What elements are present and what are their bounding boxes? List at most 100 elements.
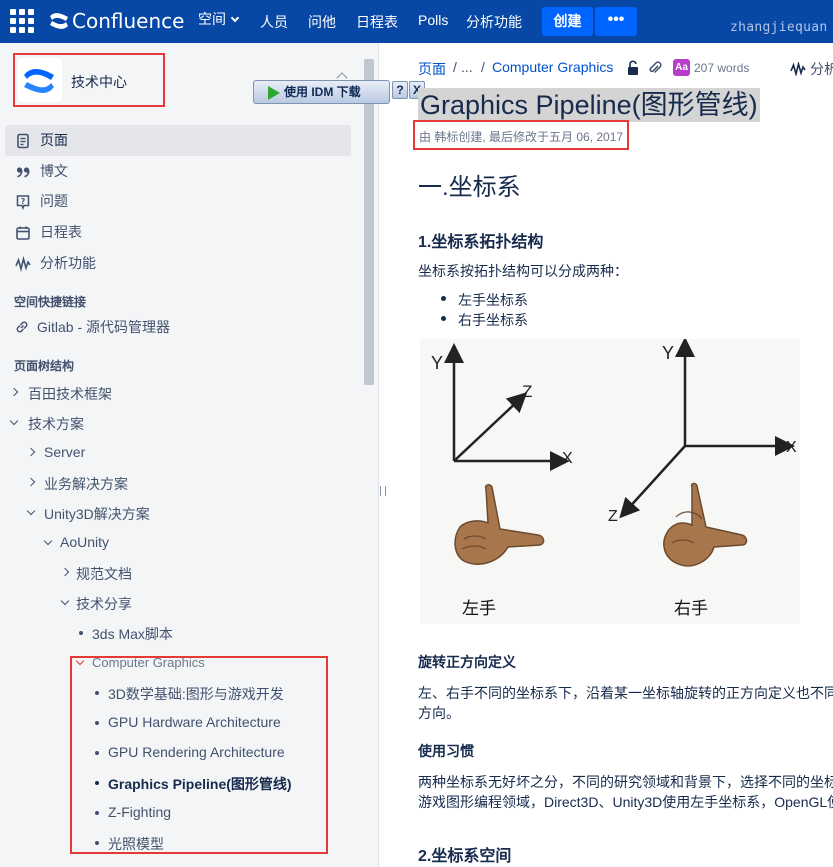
paragraph-habit-cont: 游戏图形编程领域，Direct3D、Unity3D使用左手坐标系，OpenGL使 (418, 794, 833, 810)
sidebar-item-analytics[interactable]: 分析功能 (5, 248, 351, 279)
paragraph-habit: 两种坐标系无好坏之分，不同的研究领域和背景下，选择不同的坐标 (418, 774, 833, 790)
coordinate-systems-illustration: Y Z X Y Z X 左手 右手 (431, 337, 797, 618)
idm-label: 使用 IDM 下载 (284, 85, 361, 99)
calendar-icon (16, 226, 30, 240)
expand-chevron-icon[interactable] (9, 387, 19, 397)
sidebar-scrollbar-thumb[interactable] (364, 59, 374, 385)
right-axis-z: Z (608, 508, 618, 525)
heading-topology: 1.坐标系拓扑结构 (418, 234, 544, 251)
expand-chevron-icon[interactable] (26, 477, 36, 487)
bullet-icon (79, 631, 83, 635)
left-axis-z: Z (522, 382, 532, 401)
tree-item[interactable]: Z-Fighting (108, 804, 171, 820)
attachment-icon[interactable] (648, 60, 662, 76)
tree-item[interactable]: GPU Hardware Architecture (108, 714, 281, 730)
sidebar-item-calendar[interactable]: 日程表 (5, 217, 351, 248)
breadcrumb-parent[interactable]: Computer Graphics (492, 59, 613, 75)
paragraph-topology: 坐标系按拓扑结构可以分成两种： (418, 263, 628, 279)
tree-item[interactable]: Unity3D解决方案 (44, 504, 150, 524)
chevron-down-icon (230, 13, 240, 23)
nav-spaces[interactable]: 空间 (198, 9, 240, 29)
page-analytics[interactable]: 分析功 (790, 59, 833, 79)
breadcrumb-pages[interactable]: 页面 (418, 59, 446, 79)
expand-chevron-icon[interactable] (26, 447, 36, 457)
nav-analytics[interactable]: 分析功能 (466, 12, 522, 32)
bullet-icon (95, 751, 99, 755)
nav-people[interactable]: 人员 (260, 12, 288, 32)
list-item: 右手坐标系 (458, 312, 528, 328)
tree-item[interactable]: GPU Rendering Architecture (108, 744, 285, 760)
idm-download-button[interactable]: 使用 IDM 下载 (253, 80, 390, 104)
list-bullet (441, 296, 446, 301)
tree-item[interactable]: 规范文档 (76, 564, 132, 584)
list-item: 左手坐标系 (458, 292, 528, 308)
sidebar: 技术中心 页面 博文 ? 问题 日程表 分析功能 空间快捷链接 Gitlab -… (0, 43, 378, 867)
shortcut-label: Gitlab - 源代码管理器 (37, 319, 171, 335)
question-icon: ? (16, 195, 30, 210)
collapse-chevron-icon[interactable] (26, 506, 36, 516)
shortcut-gitlab[interactable]: Gitlab - 源代码管理器 (14, 317, 170, 337)
collapse-chevron-icon[interactable] (43, 536, 53, 546)
sidebar-item-blog[interactable]: 博文 (5, 156, 351, 187)
collapse-chevron-icon[interactable] (60, 596, 70, 606)
nav-ask[interactable]: 问他 (308, 12, 336, 32)
heading-habit: 使用习惯 (418, 743, 474, 759)
page-tree-title: 页面树结构 (14, 359, 75, 373)
sidebar-resizer[interactable] (378, 43, 388, 867)
svg-text:?: ? (21, 197, 25, 206)
right-hand-caption: 右手 (674, 599, 708, 618)
sidebar-item-pages[interactable]: 页面 (5, 125, 351, 156)
tree-item[interactable]: 技术分享 (76, 594, 132, 614)
breadcrumb-separator: / (453, 59, 457, 75)
list-bullet (441, 316, 446, 321)
analytics-icon (15, 256, 31, 272)
play-icon (268, 86, 280, 100)
quote-icon (16, 167, 30, 178)
breadcrumb-ellipsis[interactable]: ... (461, 59, 473, 75)
bullet-icon (95, 691, 99, 695)
analytics-icon (790, 60, 806, 78)
unlock-icon[interactable] (626, 60, 640, 76)
nav-calendar[interactable]: 日程表 (356, 12, 398, 32)
tree-item[interactable]: 百田技术框架 (28, 384, 112, 404)
tree-item[interactable]: 业务解决方案 (44, 474, 128, 494)
highlight-box (413, 120, 629, 150)
coordinate-hands-figure: Y Z X Y Z X 左手 右手 (420, 337, 800, 624)
tree-item[interactable]: AoUnity (60, 534, 109, 550)
tree-item[interactable]: Server (44, 444, 85, 460)
bullet-icon (95, 781, 99, 785)
tree-item[interactable]: 3ds Max脚本 (92, 624, 173, 644)
sidebar-item-questions[interactable]: ? 问题 (5, 186, 351, 217)
nav-polls[interactable]: Polls (418, 12, 448, 28)
app-switcher-icon[interactable] (10, 9, 35, 34)
heading-coordinate-system: 一.坐标系 (418, 174, 521, 201)
sidebar-item-label: 分析功能 (40, 255, 96, 271)
text-size-icon[interactable]: Aa (673, 59, 690, 76)
bullet-icon (95, 721, 99, 725)
create-button[interactable]: 创建 (542, 7, 593, 36)
collapse-chevron-icon[interactable] (9, 416, 19, 426)
analytics-label: 分析功 (810, 61, 833, 77)
link-icon (16, 321, 28, 333)
top-navigation-bar: Confluence 空间 人员 问他 日程表 Polls 分析功能 创建 ••… (0, 0, 833, 43)
word-count: 207 words (694, 61, 750, 75)
breadcrumb-separator: / (481, 59, 485, 75)
username[interactable]: zhangjiequan (730, 20, 828, 35)
tree-item-current[interactable]: Graphics Pipeline(图形管线) (108, 774, 292, 794)
bullet-icon (95, 811, 99, 815)
right-hand-icon (663, 482, 748, 567)
confluence-logo-icon[interactable] (48, 10, 70, 32)
expand-chevron-icon[interactable] (60, 567, 70, 577)
tree-item[interactable]: 光照模型 (108, 834, 164, 854)
tree-item[interactable]: 3D数学基础:图形与游戏开发 (108, 684, 284, 704)
shortcuts-title: 空间快捷链接 (14, 295, 87, 309)
heading-coordinate-space: 2.坐标系空间 (418, 848, 512, 865)
left-hand-caption: 左手 (462, 599, 496, 618)
more-button[interactable]: ••• (595, 7, 637, 36)
tree-item[interactable]: 技术方案 (28, 414, 84, 434)
tree-item[interactable]: Computer Graphics (92, 655, 205, 670)
left-axis-x: X (562, 450, 573, 467)
resize-grip-icon[interactable] (380, 486, 386, 496)
page-title: Graphics Pipeline(图形管线) (418, 88, 760, 122)
app-name[interactable]: Confluence (72, 9, 184, 33)
